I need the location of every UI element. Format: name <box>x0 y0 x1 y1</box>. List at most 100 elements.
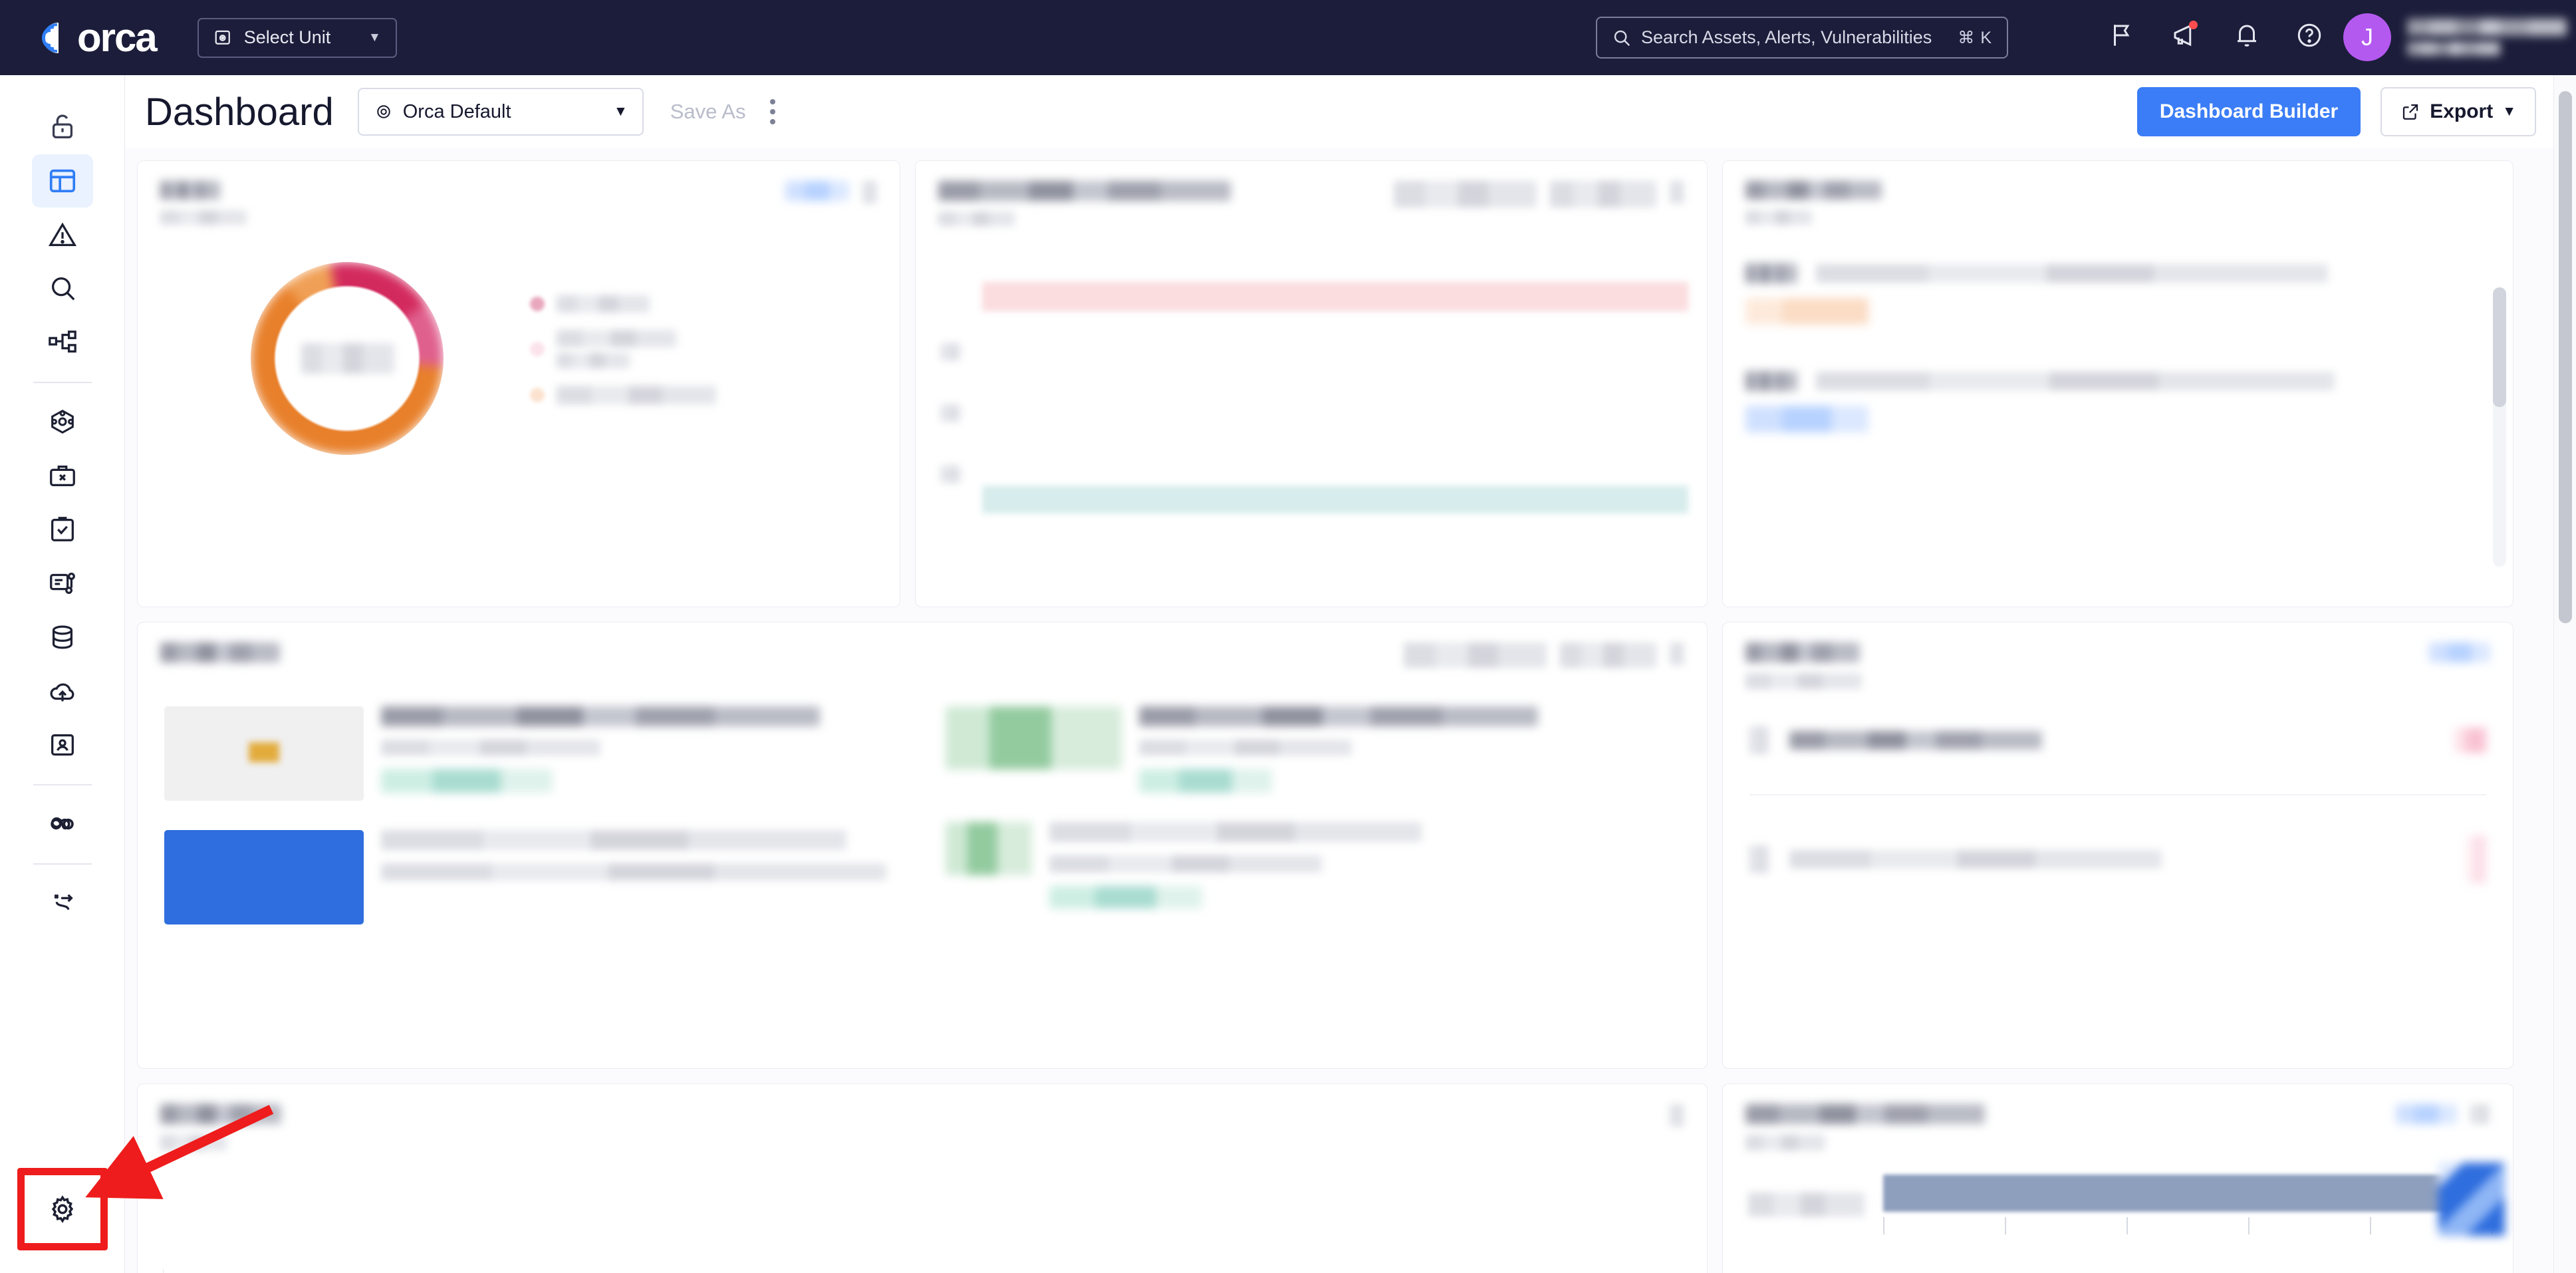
card-header <box>916 161 1707 226</box>
risk-donut-chart[interactable] <box>251 262 444 455</box>
card-menu-icon[interactable] <box>1670 181 1684 204</box>
card-subtitle-redacted <box>160 210 247 225</box>
banded-chart[interactable] <box>916 270 1707 529</box>
row-badge[interactable] <box>1745 298 1868 325</box>
asset-chip[interactable] <box>946 822 1032 875</box>
sidebar-item-alerts[interactable] <box>32 208 93 261</box>
sidebar-item-asset-map[interactable] <box>32 316 93 369</box>
dashboard-grid <box>125 148 2576 1273</box>
card-bottom-bar[interactable] <box>1722 1083 2513 1273</box>
list-item[interactable] <box>1745 263 2466 283</box>
legend-color-dot <box>530 342 545 356</box>
card-menu-icon[interactable] <box>2470 1104 2490 1124</box>
card-side-list[interactable] <box>1722 622 2513 1069</box>
branch-arrow-icon <box>53 894 73 911</box>
list-item[interactable] <box>946 692 1680 807</box>
list-item[interactable] <box>164 692 899 815</box>
sidebar-item-shift-left[interactable] <box>32 664 93 718</box>
sidebar-item-reports[interactable] <box>32 557 93 610</box>
clipboard-check-icon <box>51 517 74 541</box>
sidebar-item-settings[interactable] <box>17 1168 108 1250</box>
dashboard-builder-button[interactable]: Dashboard Builder <box>2136 87 2361 136</box>
sidebar-item-attack-path[interactable] <box>32 395 93 448</box>
avatar[interactable]: J <box>2343 13 2391 61</box>
card-title-redacted <box>160 642 280 662</box>
dashboard-preset-dropdown[interactable]: Orca Default ▼ <box>357 88 644 136</box>
card-filter-chip[interactable] <box>1394 181 1537 208</box>
save-as-button[interactable]: Save As <box>670 100 746 124</box>
list-item[interactable] <box>1749 835 2486 883</box>
sidebar-item-cicd[interactable] <box>32 797 93 851</box>
export-button[interactable]: Export ▼ <box>2381 87 2536 136</box>
list-item[interactable] <box>946 807 1680 923</box>
card-bottom-wide[interactable] <box>137 1083 1708 1273</box>
bell-icon[interactable] <box>2233 21 2261 49</box>
list-item[interactable] <box>1745 371 2466 391</box>
asset-meta-redacted <box>1049 855 1322 873</box>
card-menu-icon[interactable] <box>862 181 877 204</box>
legend-item[interactable] <box>530 386 716 404</box>
select-unit-dropdown[interactable]: Select Unit ▼ <box>197 17 397 58</box>
help-icon[interactable] <box>2295 21 2323 49</box>
asset-chip[interactable] <box>946 706 1122 770</box>
orca-logo[interactable]: orca <box>41 17 158 58</box>
card-header <box>138 1084 1707 1151</box>
sidebar-item-data-security[interactable] <box>32 611 93 664</box>
asset-meta-redacted <box>1139 740 1352 756</box>
main-content: Dashboard Orca Default ▼ Save As Dashboa… <box>125 75 2576 1273</box>
list-item[interactable] <box>164 815 899 939</box>
sidebar-item-unlock[interactable] <box>32 100 93 154</box>
flag-icon[interactable] <box>2108 21 2136 49</box>
card-assets-list[interactable] <box>137 622 1708 1069</box>
sidebar-item-compliance[interactable] <box>32 503 93 556</box>
list-item[interactable] <box>1749 726 2486 754</box>
card-filter-chip[interactable] <box>1550 181 1656 208</box>
megaphone-icon[interactable] <box>2170 21 2198 49</box>
toolbox-x-icon <box>49 465 75 487</box>
legend-item[interactable] <box>530 330 716 368</box>
card-badge[interactable] <box>785 181 849 201</box>
row-badge[interactable] <box>2466 835 2486 883</box>
eye-icon <box>377 105 390 118</box>
card-filter-chip[interactable] <box>1404 642 1547 668</box>
row-rank-redacted <box>1745 371 1797 391</box>
card-scrollbar-track[interactable] <box>2493 287 2506 567</box>
row-badge[interactable] <box>1745 406 1868 432</box>
unlock-icon <box>52 114 72 138</box>
search-input[interactable]: Search Assets, Alerts, Vulnerabilities <box>1641 27 1948 48</box>
page-scrollbar-thumb[interactable] <box>2559 91 2572 623</box>
card-scrollbar-thumb[interactable] <box>2493 287 2506 407</box>
card-menu-icon[interactable] <box>1670 642 1684 665</box>
sidebar-item-integrations[interactable] <box>32 877 93 930</box>
row-badge[interactable] <box>2454 728 2486 753</box>
sidebar-item-identity[interactable] <box>32 718 93 772</box>
card-title-redacted <box>938 181 1231 201</box>
asset-badge[interactable] <box>1139 769 1272 793</box>
card-top-list[interactable] <box>1722 160 2513 607</box>
asset-title-redacted <box>381 706 820 726</box>
asset-badge[interactable] <box>1049 886 1202 909</box>
card-filter-chip[interactable] <box>1560 642 1656 668</box>
sidebar-item-vulnerabilities[interactable] <box>32 449 93 502</box>
card-menu-icon[interactable] <box>1670 1104 1684 1127</box>
dashboard-icon <box>49 169 75 193</box>
hbar-chart[interactable] <box>1723 1151 2513 1234</box>
page-scrollbar-track[interactable] <box>2553 75 2576 1273</box>
more-options-button[interactable] <box>769 99 775 124</box>
asset-badge[interactable] <box>381 769 553 793</box>
legend-item[interactable] <box>530 295 716 313</box>
sidebar-item-discovery[interactable] <box>32 262 93 315</box>
card-header <box>1723 1084 2513 1151</box>
external-link-icon <box>2403 104 2418 120</box>
export-label: Export <box>2430 100 2494 122</box>
card-risk-donut[interactable] <box>137 160 900 607</box>
bar-value[interactable] <box>1883 1175 2493 1212</box>
card-alerts-trend[interactable] <box>915 160 1708 607</box>
legend-label-redacted <box>557 386 716 404</box>
card-badge[interactable] <box>2429 642 2490 662</box>
card-badge[interactable] <box>2396 1104 2457 1124</box>
top-bar: orca Select Unit ▼ Search Assets, Alerts… <box>0 0 2576 75</box>
sidebar-item-dashboard[interactable] <box>31 154 93 208</box>
global-search[interactable]: Search Assets, Alerts, Vulnerabilities ⌘… <box>1596 17 2008 59</box>
unit-icon <box>215 30 230 45</box>
